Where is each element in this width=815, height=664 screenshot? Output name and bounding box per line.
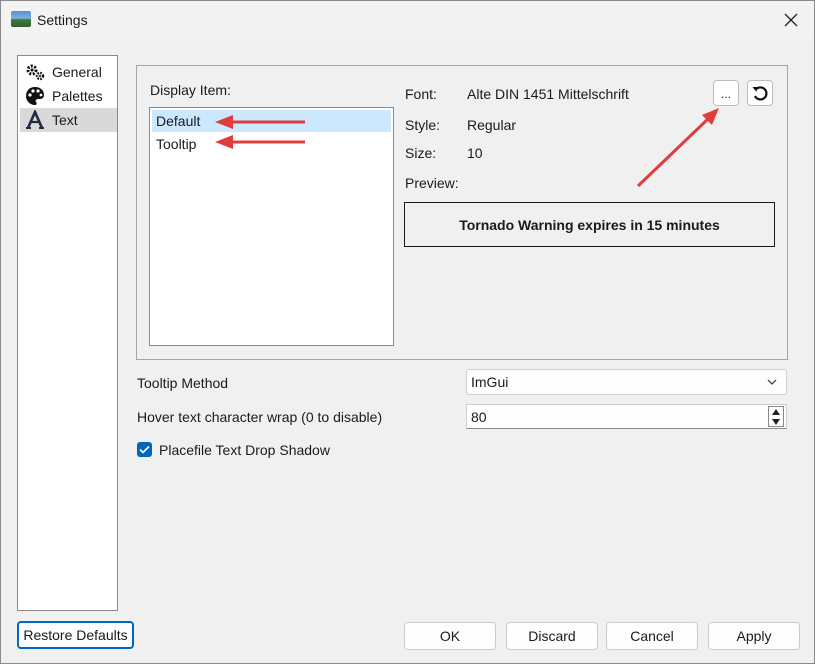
style-value: Regular — [467, 117, 517, 133]
text-a-icon — [24, 110, 46, 130]
sidebar-item-text[interactable]: Text — [20, 108, 117, 132]
preview-label: Preview: — [405, 175, 459, 191]
font-label: Font: — [405, 86, 437, 102]
palette-icon — [24, 86, 46, 106]
preview-text: Tornado Warning expires in 15 minutes — [459, 216, 720, 233]
triangle-up-icon — [772, 409, 780, 415]
style-label: Style: — [405, 117, 441, 133]
font-value: Alte DIN 1451 Mittelschrift — [467, 86, 629, 102]
settings-window: Settings General Palettes Text Display I… — [0, 0, 815, 664]
discard-label: Discard — [528, 628, 576, 644]
triangle-down-icon — [772, 419, 780, 425]
hover-wrap-value: 80 — [471, 408, 487, 425]
font-preview: Tornado Warning expires in 15 minutes — [404, 202, 775, 247]
browse-font-label: ... — [720, 87, 731, 101]
spin-buttons — [768, 406, 784, 427]
cancel-label: Cancel — [630, 628, 674, 644]
apply-button[interactable]: Apply — [708, 622, 800, 650]
restore-defaults-label: Restore Defaults — [23, 627, 128, 643]
reset-icon — [752, 86, 768, 101]
sidebar-item-label: General — [52, 64, 102, 80]
list-item-label: Default — [156, 113, 201, 129]
spin-up-button[interactable] — [769, 407, 783, 417]
list-item-label: Tooltip — [156, 136, 197, 152]
sidebar-item-general[interactable]: General — [20, 60, 117, 84]
sidebar-item-label: Text — [52, 112, 78, 128]
app-icon — [11, 11, 31, 27]
ok-button[interactable]: OK — [404, 622, 496, 650]
display-item-list[interactable]: Default Tooltip — [149, 107, 394, 346]
hover-wrap-label: Hover text character wrap (0 to disable) — [137, 409, 383, 425]
drop-shadow-checkbox[interactable] — [137, 442, 152, 457]
display-item-label: Display Item: — [150, 82, 231, 98]
list-item-tooltip[interactable]: Tooltip — [152, 133, 391, 155]
sidebar-item-label: Palettes — [52, 88, 103, 104]
list-item-default[interactable]: Default — [152, 110, 391, 132]
settings-sidebar: General Palettes Text — [17, 55, 118, 611]
title-bar: Settings — [1, 1, 814, 39]
window-title: Settings — [37, 12, 88, 28]
size-value: 10 — [467, 145, 483, 161]
gears-icon — [24, 62, 46, 82]
restore-defaults-button[interactable]: Restore Defaults — [17, 621, 134, 649]
close-icon — [784, 13, 798, 27]
cancel-button[interactable]: Cancel — [606, 622, 698, 650]
discard-button[interactable]: Discard — [506, 622, 598, 650]
tooltip-method-label: Tooltip Method — [137, 375, 229, 391]
checkmark-icon — [139, 445, 150, 454]
tooltip-method-value: ImGui — [471, 374, 509, 390]
browse-font-button[interactable]: ... — [713, 80, 739, 106]
spin-down-button[interactable] — [769, 417, 783, 427]
sidebar-item-palettes[interactable]: Palettes — [20, 84, 117, 108]
tooltip-method-select[interactable]: ImGui — [466, 369, 787, 395]
reset-font-button[interactable] — [747, 80, 773, 106]
drop-shadow-label[interactable]: Placefile Text Drop Shadow — [159, 442, 330, 458]
apply-label: Apply — [736, 628, 772, 644]
close-button[interactable] — [768, 1, 814, 39]
hover-wrap-spinbox[interactable]: 80 — [466, 404, 787, 429]
chevron-down-icon — [767, 379, 777, 385]
ok-label: OK — [439, 628, 461, 644]
size-label: Size: — [405, 145, 437, 161]
